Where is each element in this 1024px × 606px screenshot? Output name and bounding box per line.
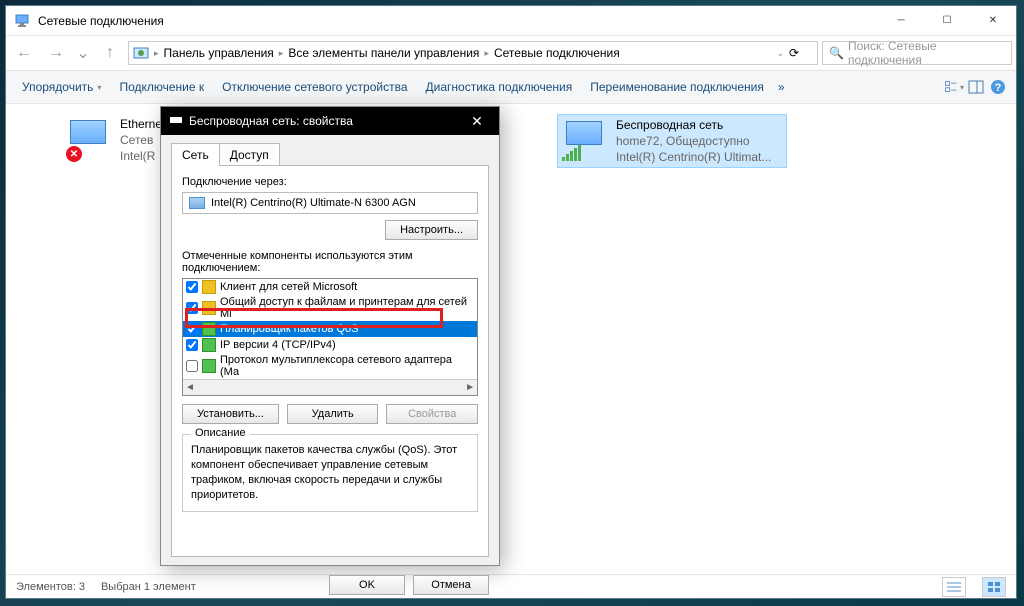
organize-menu[interactable]: Упорядочить ▾ xyxy=(14,76,109,98)
component-checkbox[interactable] xyxy=(186,323,198,335)
window-title: Сетевые подключения xyxy=(38,14,878,28)
breadcrumb-dropdown-icon[interactable]: ⌄ xyxy=(776,48,784,59)
adapter-icon xyxy=(169,113,183,130)
disable-device-button[interactable]: Отключение сетевого устройства xyxy=(214,76,415,98)
titlebar: Сетевые подключения ─ ☐ ✕ xyxy=(6,6,1016,36)
components-list[interactable]: Клиент для сетей Microsoft Общий доступ к… xyxy=(182,278,478,396)
minimize-button[interactable]: ─ xyxy=(878,6,924,36)
component-label: IP версии 4 (TCP/IPv4) xyxy=(220,339,336,351)
connections-list: ✕ Etherne Сетев Intel(R Беспроводная сет… xyxy=(6,104,1016,576)
component-item[interactable]: IP версии 4 (TCP/IPv4) xyxy=(183,337,477,353)
search-input[interactable]: 🔍 Поиск: Сетевые подключения xyxy=(822,41,1012,65)
navigation-bar: ← → ⌄ ↑ ▸ Панель управления ▸ Все элемен… xyxy=(6,36,1016,70)
component-icon xyxy=(202,301,216,315)
wifi-icon xyxy=(560,117,608,165)
signal-bars-icon xyxy=(562,145,581,161)
configure-button[interactable]: Настроить... xyxy=(385,220,478,240)
component-label: Планировщик пакетов QoS xyxy=(220,323,359,335)
component-item[interactable]: Планировщик пакетов QoS xyxy=(183,321,477,337)
tab-network[interactable]: Сеть xyxy=(171,143,220,166)
device-field: Intel(R) Centrino(R) Ultimate-N 6300 AGN xyxy=(182,192,478,214)
details-view-button[interactable] xyxy=(942,577,966,597)
close-button[interactable]: ✕ xyxy=(970,6,1016,36)
breadcrumb[interactable]: ▸ Панель управления ▸ Все элементы панел… xyxy=(128,41,818,65)
properties-button[interactable]: Свойства xyxy=(386,404,478,424)
component-checkbox[interactable] xyxy=(186,360,198,372)
status-bar: Элементов: 3 Выбран 1 элемент xyxy=(6,574,1016,598)
breadcrumb-item[interactable]: Панель управления xyxy=(164,46,274,60)
network-connections-window: Сетевые подключения ─ ☐ ✕ ← → ⌄ ↑ ▸ Пане… xyxy=(5,5,1017,599)
install-button[interactable]: Установить... xyxy=(182,404,279,424)
connect-via-label: Подключение через: xyxy=(182,176,478,188)
breadcrumb-item[interactable]: Сетевые подключения xyxy=(494,46,620,60)
refresh-button[interactable]: ⟳ xyxy=(789,46,813,60)
dialog-close-button[interactable]: ✕ xyxy=(463,109,491,133)
adapter-card-icon xyxy=(189,197,205,209)
maximize-button[interactable]: ☐ xyxy=(924,6,970,36)
uninstall-button[interactable]: Удалить xyxy=(287,404,379,424)
command-toolbar: Упорядочить ▾ Подключение к Отключение с… xyxy=(6,70,1016,104)
ethernet-icon: ✕ xyxy=(64,116,112,164)
component-label: Общий доступ к файлам и принтерам для се… xyxy=(220,296,474,320)
network-icon xyxy=(14,13,30,29)
component-label: Клиент для сетей Microsoft xyxy=(220,281,357,293)
component-icon xyxy=(202,338,216,352)
wifi-properties-dialog: Беспроводная сеть: свойства ✕ Сеть Досту… xyxy=(160,106,500,566)
component-item[interactable]: Протокол мультиплексора сетевого адаптер… xyxy=(183,353,477,379)
item-count: Элементов: 3 xyxy=(16,581,85,593)
ok-button[interactable]: OK xyxy=(329,575,405,595)
dialog-titlebar[interactable]: Беспроводная сеть: свойства ✕ xyxy=(161,107,499,135)
icons-view-button[interactable] xyxy=(982,577,1006,597)
diagnose-button[interactable]: Диагностика подключения xyxy=(418,76,581,98)
description-text: Планировщик пакетов качества службы (QoS… xyxy=(191,443,469,503)
cancel-button[interactable]: Отмена xyxy=(413,575,489,595)
rename-button[interactable]: Переименование подключения xyxy=(582,76,772,98)
horizontal-scrollbar[interactable]: ◄► xyxy=(183,379,477,395)
up-button[interactable]: ↑ xyxy=(96,39,124,67)
back-button[interactable]: ← xyxy=(10,39,38,67)
component-checkbox[interactable] xyxy=(186,302,198,314)
component-checkbox[interactable] xyxy=(186,339,198,351)
svg-text:?: ? xyxy=(995,82,1002,94)
disconnected-badge-icon: ✕ xyxy=(66,146,82,162)
forward-button[interactable]: → xyxy=(42,39,70,67)
connection-ethernet[interactable]: ✕ Etherne Сетев Intel(R xyxy=(62,114,162,166)
dialog-title: Беспроводная сеть: свойства xyxy=(189,114,463,128)
description-group: Описание Планировщик пакетов качества сл… xyxy=(182,434,478,512)
components-label: Отмеченные компоненты используются этим … xyxy=(182,250,478,274)
component-icon xyxy=(202,280,216,294)
view-options-button[interactable]: ▾ xyxy=(944,77,964,97)
help-button[interactable]: ? xyxy=(988,77,1008,97)
breadcrumb-item[interactable]: Все элементы панели управления xyxy=(288,46,479,60)
component-label: Протокол мультиплексора сетевого адаптер… xyxy=(220,354,474,378)
component-item[interactable]: IP версии 6 (TCP/IPv6) xyxy=(183,395,477,396)
component-item[interactable]: Клиент для сетей Microsoft xyxy=(183,279,477,295)
connection-wifi[interactable]: Беспроводная сеть home72, Общедоступно I… xyxy=(557,114,787,168)
preview-pane-button[interactable] xyxy=(966,77,986,97)
component-icon xyxy=(202,359,216,373)
component-checkbox[interactable] xyxy=(186,281,198,293)
component-icon xyxy=(202,322,216,336)
search-icon: 🔍 xyxy=(829,46,844,60)
component-item[interactable]: Общий доступ к файлам и принтерам для се… xyxy=(183,295,477,321)
tab-access[interactable]: Доступ xyxy=(219,143,280,166)
history-dropdown[interactable]: ⌄ xyxy=(74,39,92,67)
control-panel-icon xyxy=(133,45,149,61)
connect-to-button[interactable]: Подключение к xyxy=(111,76,212,98)
